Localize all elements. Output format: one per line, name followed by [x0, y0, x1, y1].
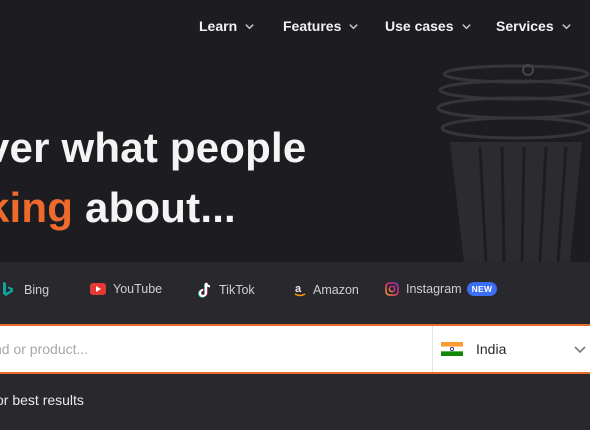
tab-label: Bing — [24, 283, 50, 297]
hero-headline-line-1: ver what people — [0, 124, 307, 171]
nav-item-label: Learn — [199, 18, 238, 34]
tiktok-icon — [198, 282, 212, 298]
new-badge: NEW — [466, 282, 498, 296]
tab-youtube[interactable]: YouTube — [90, 282, 162, 296]
country-select[interactable]: India — [433, 326, 590, 372]
youtube-icon — [90, 283, 106, 295]
instagram-icon — [385, 282, 399, 296]
nav-item-learn[interactable]: Learn — [199, 18, 255, 34]
tab-label: TikTok — [219, 283, 255, 297]
tab-tiktok[interactable]: TikTok — [198, 282, 255, 298]
nav-item-label: Features — [283, 18, 342, 34]
bing-icon — [2, 282, 14, 298]
country-name: India — [476, 341, 507, 357]
tab-bing[interactable]: Bing — [2, 282, 49, 298]
india-flag-icon — [441, 342, 463, 356]
chevron-down-icon — [245, 23, 254, 29]
tab-label: Instagram — [406, 282, 462, 296]
svg-text:a: a — [295, 283, 302, 295]
tab-instagram[interactable]: Instagram NEW — [385, 282, 498, 296]
nav-item-features[interactable]: Features — [283, 18, 359, 34]
hero-headline-line-2: king about... — [0, 184, 236, 232]
search-bar: nd or product... India — [0, 324, 590, 374]
chevron-down-icon — [461, 23, 471, 29]
tab-label: YouTube — [113, 282, 163, 296]
nav-item-services[interactable]: Services — [496, 18, 572, 34]
amazon-icon: a — [294, 282, 306, 298]
tab-amazon[interactable]: a Amazon — [294, 282, 359, 298]
tab-label: Amazon — [313, 283, 359, 297]
source-tabs: Bing YouTube TikTok a Amazon Instagram N… — [0, 282, 590, 304]
nav-item-use-cases[interactable]: Use cases — [385, 18, 472, 34]
nav-item-label: Use cases — [385, 18, 454, 34]
search-input[interactable] — [0, 326, 432, 372]
hero-headline-accent: king — [0, 184, 74, 231]
chevron-down-icon — [574, 346, 586, 354]
chevron-down-icon — [561, 23, 571, 29]
hero-section: Learn Features Use cases Services ver wh… — [0, 0, 590, 262]
decorative-tower-graphic — [436, 64, 590, 262]
hero-headline-rest: about... — [73, 184, 236, 231]
nav-item-label: Services — [496, 18, 554, 34]
top-navigation: Learn Features Use cases Services — [0, 0, 590, 54]
search-hint: or best results — [0, 392, 84, 408]
chevron-down-icon — [349, 23, 359, 29]
